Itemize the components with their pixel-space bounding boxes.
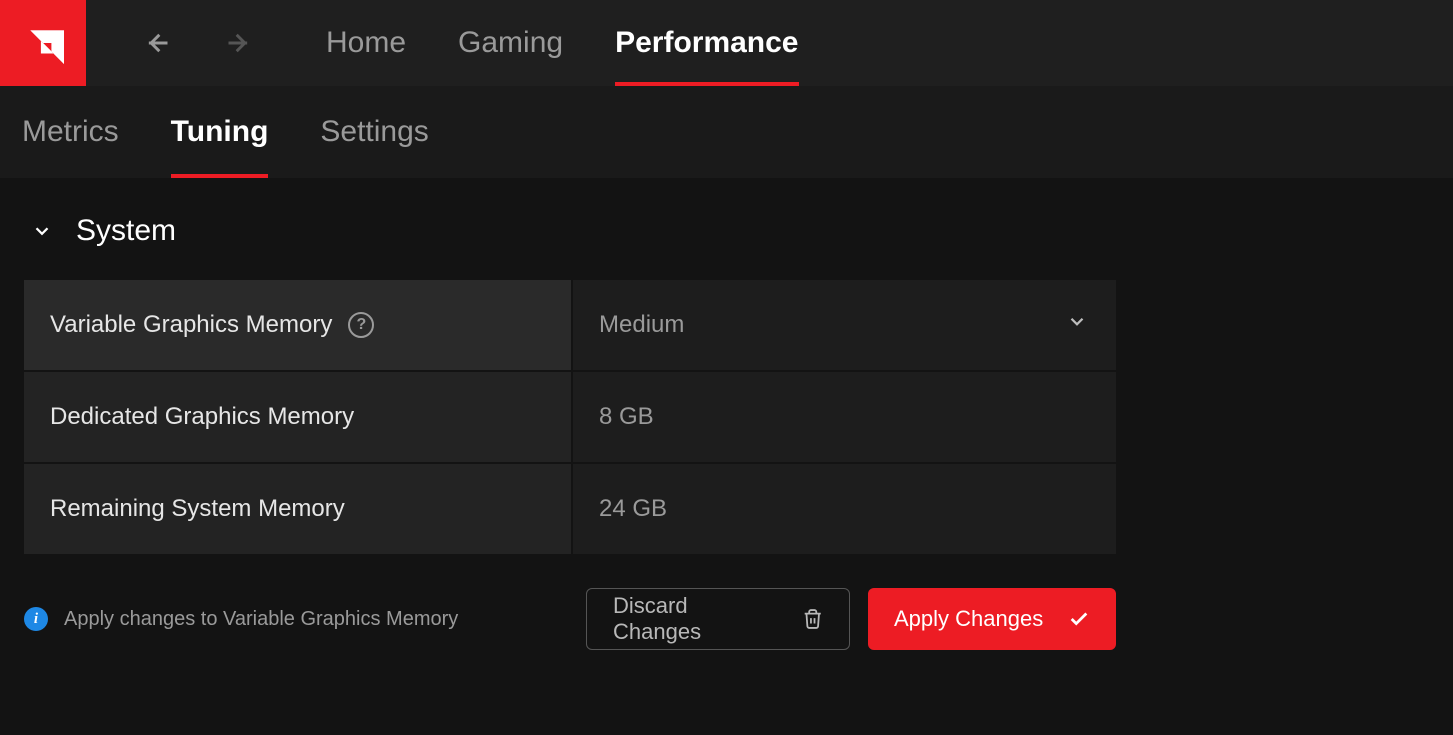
subheader: Metrics Tuning Settings: [0, 86, 1453, 178]
tab-gaming[interactable]: Gaming: [432, 0, 589, 86]
info-text: Apply changes to Variable Graphics Memor…: [64, 608, 458, 631]
chevron-down-icon: [1066, 311, 1088, 340]
subtab-settings[interactable]: Settings: [294, 86, 454, 178]
row-remaining-system-memory: Remaining System Memory 24 GB: [24, 464, 1116, 554]
apply-changes-button[interactable]: Apply Changes: [868, 588, 1116, 650]
setting-label: Remaining System Memory: [50, 495, 345, 523]
settings-table: Variable Graphics Memory ? Medium Dedica…: [24, 280, 1116, 554]
label-cell: Remaining System Memory: [24, 464, 571, 554]
setting-value: 8 GB: [599, 403, 654, 431]
info-icon: i: [24, 607, 48, 631]
tab-performance[interactable]: Performance: [589, 0, 824, 86]
tab-home[interactable]: Home: [300, 0, 432, 86]
value-cell: 8 GB: [573, 372, 1116, 462]
nav-arrows: [86, 20, 300, 66]
amd-logo[interactable]: [0, 0, 86, 86]
arrow-left-icon: [143, 29, 171, 57]
button-label: Apply Changes: [894, 606, 1043, 632]
row-dedicated-graphics-memory: Dedicated Graphics Memory 8 GB: [24, 372, 1116, 462]
label-cell: Dedicated Graphics Memory: [24, 372, 571, 462]
help-icon[interactable]: ?: [348, 312, 374, 338]
label-cell: Variable Graphics Memory ?: [24, 280, 571, 370]
info-note: i Apply changes to Variable Graphics Mem…: [24, 607, 568, 631]
content: System Variable Graphics Memory ? Medium…: [0, 178, 1453, 674]
setting-value: 24 GB: [599, 495, 667, 523]
section-collapse-toggle[interactable]: [30, 219, 54, 243]
dropdown-value: Medium: [599, 311, 684, 339]
vgm-dropdown[interactable]: Medium: [573, 280, 1116, 370]
row-variable-graphics-memory: Variable Graphics Memory ? Medium: [24, 280, 1116, 370]
value-cell: 24 GB: [573, 464, 1116, 554]
subtab-tuning[interactable]: Tuning: [145, 86, 295, 178]
section-header-system: System: [24, 214, 1429, 248]
setting-label: Variable Graphics Memory: [50, 311, 332, 339]
setting-label: Dedicated Graphics Memory: [50, 403, 354, 431]
discard-changes-button[interactable]: Discard Changes: [586, 588, 850, 650]
subtab-metrics[interactable]: Metrics: [22, 86, 145, 178]
section-title: System: [76, 214, 176, 248]
back-button[interactable]: [134, 20, 180, 66]
footer: i Apply changes to Variable Graphics Mem…: [24, 588, 1116, 650]
header: Home Gaming Performance: [0, 0, 1453, 86]
arrow-right-icon: [225, 29, 253, 57]
top-tabs: Home Gaming Performance: [300, 0, 825, 86]
button-label: Discard Changes: [613, 593, 778, 645]
amd-logo-icon: [22, 22, 64, 64]
chevron-down-icon: [31, 220, 53, 242]
forward-button[interactable]: [216, 20, 262, 66]
check-icon: [1068, 608, 1090, 630]
trash-icon: [802, 608, 823, 630]
